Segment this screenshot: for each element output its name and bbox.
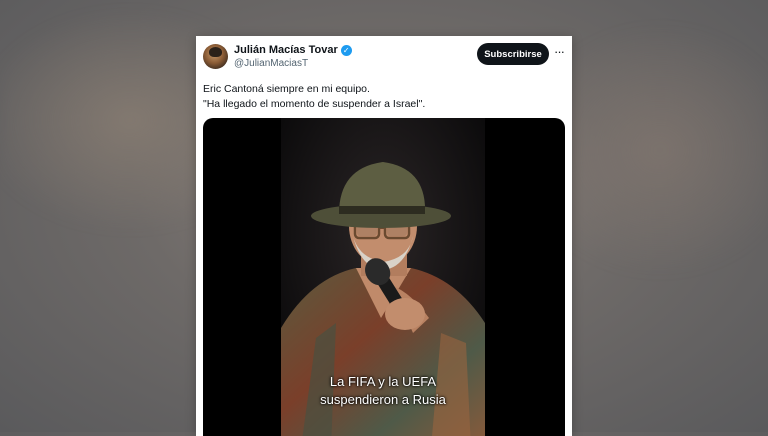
post-text: Eric Cantoná siempre en mi equipo. "Ha l… xyxy=(203,82,563,112)
verified-badge-icon: ✓ xyxy=(340,44,352,56)
embedded-post-card: Julián Macías Tovar ✓ @JulianMaciasT Sub… xyxy=(196,36,572,436)
author-avatar[interactable] xyxy=(203,44,228,69)
post-text-line: Eric Cantoná siempre en mi equipo. xyxy=(203,83,370,95)
post-text-line: "Ha llegado el momento de suspender a Is… xyxy=(203,98,426,110)
author-name-row: Julián Macías Tovar ✓ xyxy=(234,44,352,56)
video-player[interactable]: La FIFA y la UEFA suspendieron a Rusia xyxy=(203,118,565,436)
author-display-name[interactable]: Julián Macías Tovar xyxy=(234,44,338,56)
video-frame: La FIFA y la UEFA suspendieron a Rusia xyxy=(281,118,485,436)
video-subtitle-line-2: suspendieron a Rusia xyxy=(320,392,446,407)
post-header: Julián Macías Tovar ✓ @JulianMaciasT Sub… xyxy=(196,36,572,76)
video-subtitle-line-1: La FIFA y la UEFA xyxy=(329,374,437,389)
more-options-icon[interactable]: ··· xyxy=(552,45,566,61)
subscribe-button[interactable]: Subscribirse xyxy=(477,43,549,65)
author-handle[interactable]: @JulianMaciasT xyxy=(234,58,308,69)
